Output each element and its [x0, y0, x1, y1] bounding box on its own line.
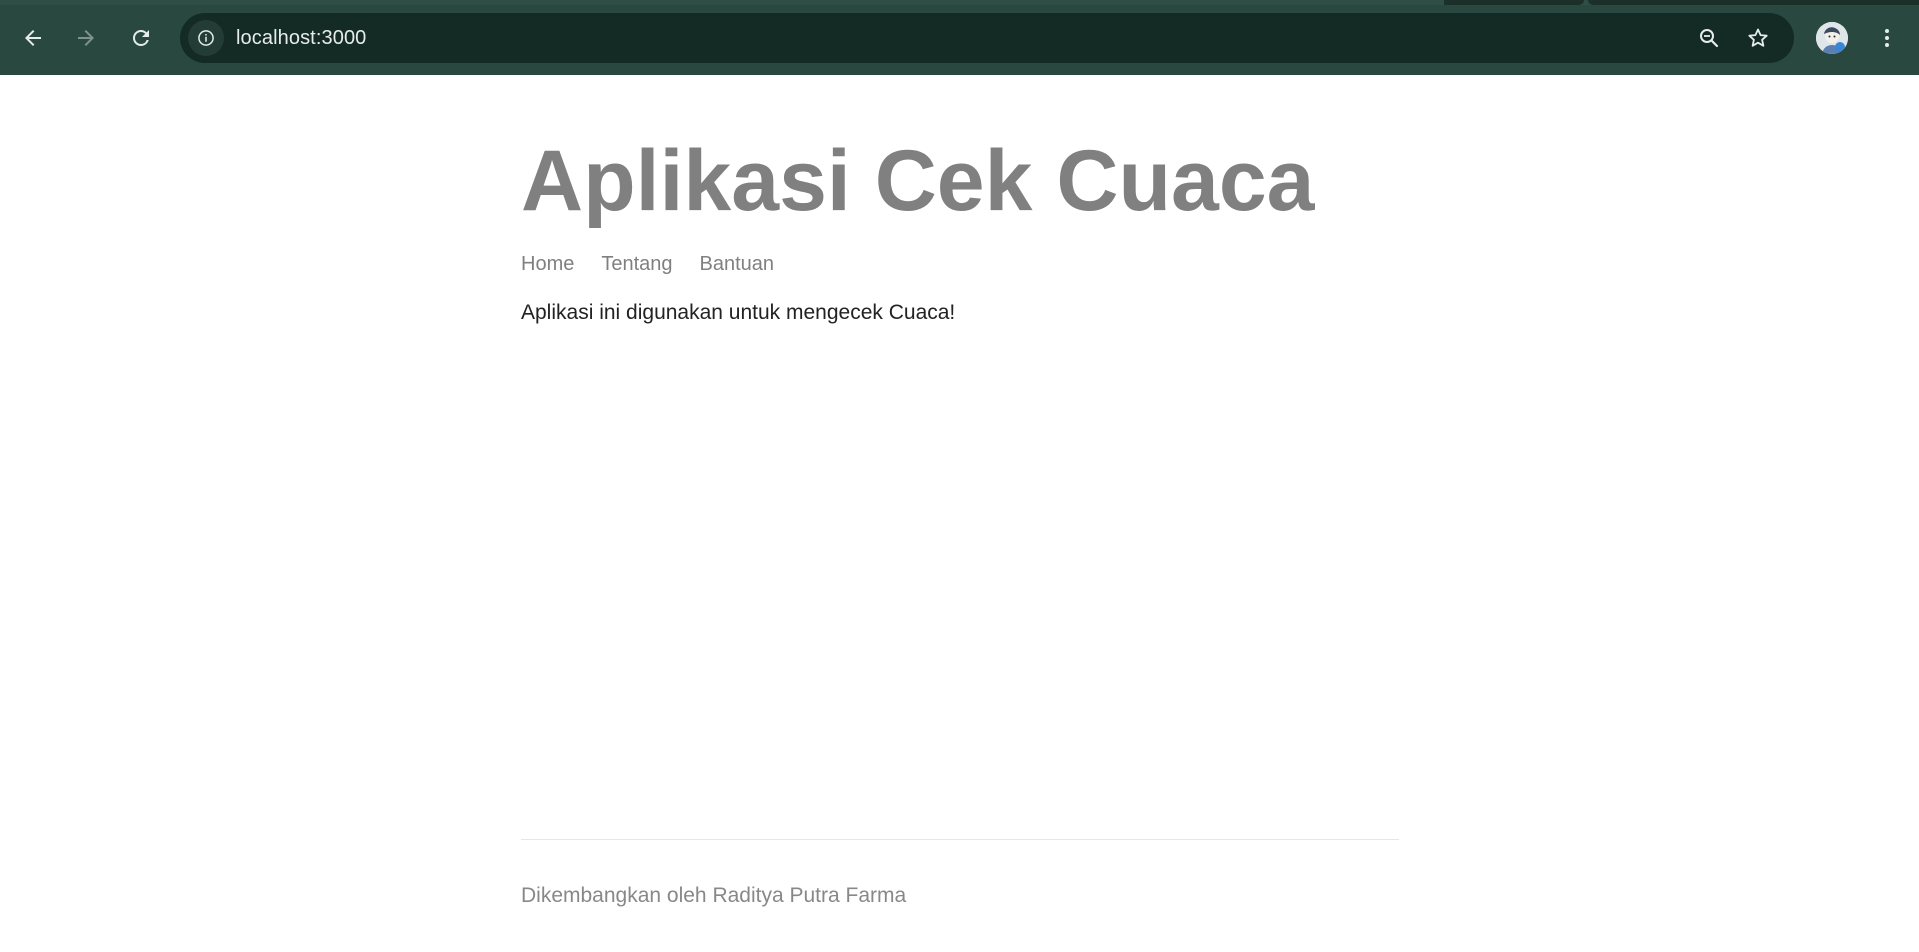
- back-button[interactable]: [15, 20, 51, 56]
- browser-toolbar: localhost:3000: [0, 0, 1919, 75]
- more-vert-icon: [1885, 29, 1889, 47]
- forward-arrow-icon: [78, 30, 94, 46]
- address-bar[interactable]: localhost:3000: [180, 13, 1794, 63]
- bookmark-star-icon: [1748, 28, 1768, 47]
- avatar-image: [1816, 22, 1848, 54]
- intro-text: Aplikasi ini digunakan untuk mengecek Cu…: [521, 301, 956, 324]
- footer-text: Dikembangkan oleh Raditya Putra Farma: [521, 884, 907, 907]
- url-text[interactable]: localhost:3000: [236, 27, 366, 49]
- zoom-out-icon: [1700, 29, 1719, 48]
- reload-button[interactable]: [123, 20, 159, 56]
- zoom-button[interactable]: [1695, 24, 1723, 52]
- tab-edge-left: [1444, 0, 1584, 5]
- page-viewport: Aplikasi Cek Cuaca Home Tentang Bantuan …: [0, 75, 1919, 952]
- bookmark-button[interactable]: [1744, 24, 1772, 52]
- forward-button[interactable]: [68, 20, 104, 56]
- nav-link-tentang[interactable]: Tentang: [601, 252, 672, 276]
- back-arrow-icon: [25, 30, 41, 46]
- nav-link-bantuan[interactable]: Bantuan: [700, 252, 775, 276]
- footer-divider: [521, 839, 1399, 840]
- site-info-icon: [198, 30, 214, 46]
- more-menu-button[interactable]: [1872, 20, 1902, 56]
- reload-icon: [133, 30, 149, 46]
- main-nav: Home Tentang Bantuan: [521, 252, 774, 276]
- site-info-button[interactable]: [188, 20, 224, 56]
- tab-edge-right: [1588, 0, 1919, 5]
- nav-link-home[interactable]: Home: [521, 252, 574, 276]
- page-title: Aplikasi Cek Cuaca: [521, 133, 1315, 229]
- profile-avatar[interactable]: [1816, 22, 1848, 54]
